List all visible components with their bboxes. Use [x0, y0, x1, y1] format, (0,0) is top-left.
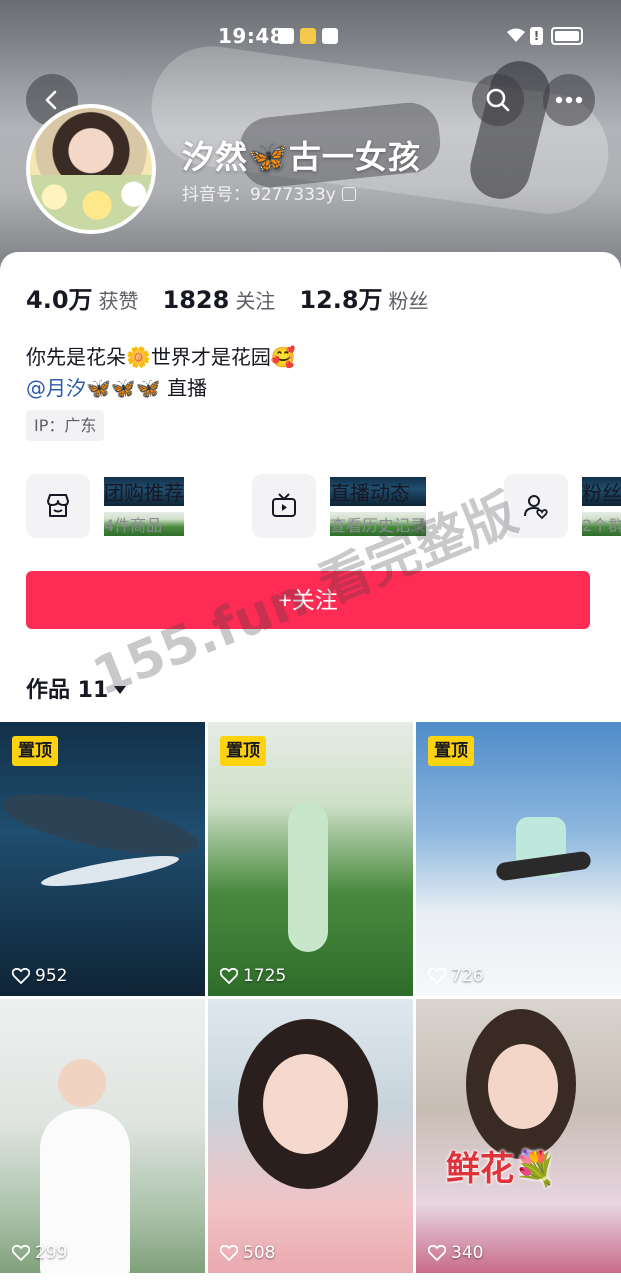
notification-icon: [278, 28, 294, 44]
bio-line-2: @月汐🦋🦋🦋 直播: [26, 373, 296, 404]
profile-bio: 你先是花朵🌼世界才是花园🥰 @月汐🦋🦋🦋 直播: [26, 342, 296, 404]
pinned-badge: 置顶: [220, 736, 266, 766]
shortcut-title: 直播动态: [330, 476, 427, 506]
like-count-value: 726: [451, 966, 484, 986]
shortcut-live-history[interactable]: 直播动态 查看历史记录: [252, 474, 427, 538]
video-tile[interactable]: 置顶 1725: [208, 722, 413, 996]
fans-icon: [504, 474, 568, 538]
stat-label: 粉丝: [388, 289, 429, 313]
shortcut-group-buy[interactable]: 团购推荐 4件商品: [26, 474, 184, 538]
douyin-id-text: 抖音号：9277333y: [182, 185, 336, 205]
like-count: 726: [428, 966, 483, 986]
video-tile[interactable]: 鲜花💐 340: [416, 999, 621, 1273]
like-count-value: 952: [35, 966, 68, 986]
heart-icon: [220, 1245, 238, 1261]
works-tab-label: 作品 11: [26, 678, 109, 703]
video-overlay-caption: 鲜花💐: [446, 1149, 557, 1189]
video-thumbnail-person: [58, 1059, 106, 1107]
works-tab[interactable]: 作品 11: [26, 672, 127, 704]
shortcut-row: 团购推荐 4件商品 直播动态 查看历史记录 粉丝 2个群: [26, 474, 621, 538]
like-count: 1725: [220, 966, 286, 986]
heart-icon: [428, 968, 446, 984]
bio-mention-link[interactable]: @月汐🦋🦋🦋: [26, 376, 161, 400]
caret-down-icon: [114, 686, 127, 694]
douyin-id[interactable]: 抖音号：9277333y: [182, 180, 356, 205]
battery-icon: [551, 27, 583, 45]
pinned-badge: 置顶: [12, 736, 58, 766]
bio-line: 你先是花朵🌼世界才是花园🥰: [26, 345, 296, 369]
like-count-value: 1725: [243, 966, 287, 986]
stat-value: 12.8万: [299, 286, 383, 314]
bio-mention-suffix: 直播: [160, 376, 208, 400]
copy-icon[interactable]: [341, 187, 356, 201]
search-button[interactable]: [472, 74, 524, 126]
stat-likes[interactable]: 4.0万 获赞: [26, 280, 139, 315]
video-thumbnail-whale-shark: [0, 781, 203, 868]
pinned-badge: 置顶: [428, 736, 474, 766]
alert-icon: !: [530, 27, 543, 45]
video-thumbnail-face: [263, 1054, 348, 1154]
like-count-value: 299: [35, 1243, 68, 1263]
like-count-value: 508: [243, 1243, 276, 1263]
wifi-icon: [507, 28, 525, 42]
video-tile[interactable]: 299: [0, 999, 205, 1273]
more-icon: [555, 96, 583, 104]
profile-name: 汐然🦋古一女孩: [182, 138, 421, 176]
stat-followers[interactable]: 12.8万 粉丝: [299, 280, 428, 315]
stat-label: 关注: [235, 289, 276, 313]
like-count: 952: [12, 966, 67, 986]
heart-icon: [12, 1245, 30, 1261]
shortcut-subtitle: 查看历史记录: [330, 511, 427, 536]
video-tile[interactable]: 508: [208, 999, 413, 1273]
search-icon: [486, 88, 510, 112]
shortcut-subtitle: 2个群: [582, 511, 621, 536]
video-tile[interactable]: 置顶 726: [416, 722, 621, 996]
notification-icon: [322, 28, 338, 44]
notification-icon: [300, 28, 316, 44]
video-thumbnail-diver: [39, 849, 181, 893]
video-thumbnail-face: [488, 1044, 558, 1129]
status-time: 19:48: [218, 24, 285, 48]
heart-icon: [12, 968, 30, 984]
chevron-left-icon: [45, 90, 57, 110]
like-count-value: 340: [451, 1243, 484, 1263]
shop-icon: [26, 474, 90, 538]
more-button[interactable]: [543, 74, 595, 126]
shortcut-fans-group[interactable]: 粉丝 2个群: [504, 474, 621, 538]
shortcut-title: 粉丝: [582, 476, 621, 506]
tv-icon: [252, 474, 316, 538]
profile-stats: 4.0万 获赞 1828 关注 12.8万 粉丝: [26, 280, 429, 315]
like-count: 299: [12, 1243, 67, 1263]
shortcut-title: 团购推荐: [104, 476, 184, 506]
stat-value: 4.0万: [26, 286, 93, 314]
avatar[interactable]: [26, 104, 156, 234]
video-tile[interactable]: 置顶 952: [0, 722, 205, 996]
shortcut-subtitle: 4件商品: [104, 511, 184, 536]
follow-button[interactable]: +关注: [26, 571, 590, 629]
stat-following[interactable]: 1828 关注: [163, 285, 276, 314]
stat-value: 1828: [162, 286, 230, 314]
like-count: 340: [428, 1243, 483, 1263]
avatar-flowers: [30, 175, 152, 230]
video-thumbnail-golfer: [288, 802, 328, 952]
ip-location-tag: IP：广东: [26, 410, 105, 441]
status-bar: 19:48 !: [0, 0, 621, 70]
heart-icon: [220, 968, 238, 984]
like-count: 508: [220, 1243, 275, 1263]
heart-icon: [428, 1245, 446, 1261]
stat-label: 获赞: [98, 289, 139, 313]
